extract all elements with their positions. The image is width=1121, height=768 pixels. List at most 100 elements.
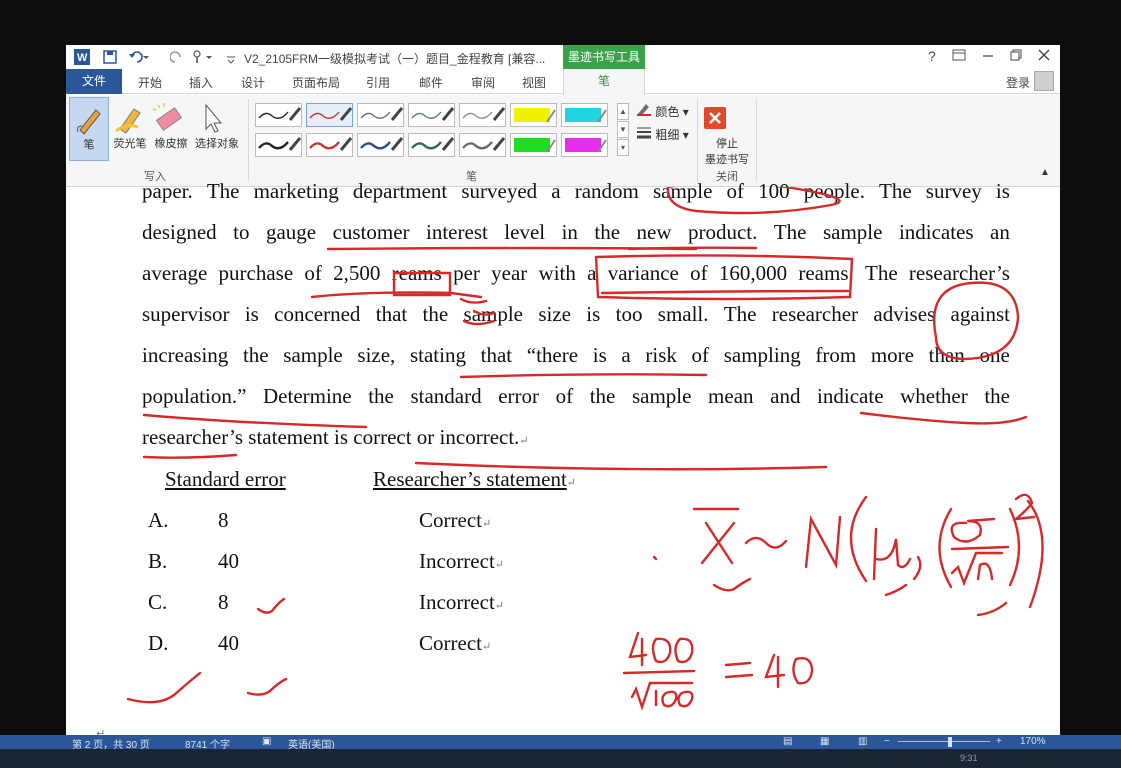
- pen-swatch[interactable]: [510, 103, 557, 127]
- ribbon: 笔 荧光笔 橡皮擦 选择对象 写入 ▲ ▼ ▾ 颜色 ▾ 粗细 ▾ 笔 停止 墨…: [66, 95, 1060, 187]
- customize-qat-icon[interactable]: [226, 49, 236, 65]
- ink-underline: [627, 246, 758, 251]
- pen-label: 笔: [83, 139, 95, 151]
- tab-view[interactable]: 视图: [522, 74, 546, 91]
- ink-circle-100-people: [666, 187, 841, 215]
- avatar[interactable]: [1034, 71, 1054, 91]
- tab-review[interactable]: 审阅: [471, 74, 495, 91]
- document-canvas[interactable]: paper. The marketing department surveyed a ran…: [66, 179, 1060, 735]
- tab-insert[interactable]: 插入: [189, 74, 213, 91]
- zoom-level[interactable]: 170%: [1020, 736, 1046, 747]
- tab-page-layout[interactable]: 页面布局: [292, 74, 340, 91]
- pen-swatch[interactable]: [306, 133, 353, 157]
- pen-weight-label: 粗细: [655, 128, 680, 142]
- save-icon[interactable]: [102, 49, 118, 65]
- select-objects-label: 选择对象: [195, 138, 239, 150]
- screen: W V2_2105FRM一级模拟考试（一）题目_金程教育 [兼容... 墨迹书写…: [0, 0, 1121, 768]
- print-layout-icon[interactable]: ▦: [820, 736, 829, 747]
- ink-check-xbar: [712, 577, 752, 592]
- highlighter-label: 荧光笔: [113, 138, 147, 150]
- ink-underline-sample-size: [459, 373, 708, 379]
- group-separator: [697, 99, 698, 181]
- zoom-slider-thumb[interactable]: [948, 737, 952, 747]
- pen-color-label: 颜色: [655, 105, 680, 119]
- select-objects-button[interactable]: 选择对象: [192, 97, 242, 161]
- pen-swatch[interactable]: [255, 103, 302, 127]
- ink-check-b: [256, 597, 286, 614]
- ink-check-d-se: [246, 677, 288, 696]
- ink-fraction-bar: [950, 545, 1010, 551]
- sign-in-link[interactable]: 登录: [1006, 74, 1030, 91]
- pen-weight-button[interactable]: 粗细 ▾: [636, 125, 689, 143]
- ink-dot: [652, 555, 658, 561]
- undo-icon[interactable]: [128, 49, 150, 65]
- pen-swatch[interactable]: [408, 103, 455, 127]
- pen-swatch[interactable]: [459, 133, 506, 157]
- restore-icon[interactable]: [1010, 48, 1022, 65]
- pen-swatch[interactable]: [561, 103, 608, 127]
- ribbon-display-options-icon[interactable]: [952, 48, 966, 65]
- ink-mu: [872, 527, 912, 581]
- pen-swatch[interactable]: [459, 103, 506, 127]
- pen-swatch[interactable]: [561, 133, 608, 157]
- eraser-button[interactable]: 橡皮擦: [150, 97, 192, 161]
- ink-underline-increasing: [142, 413, 368, 429]
- collapse-ribbon-icon[interactable]: ▲: [1040, 167, 1050, 178]
- ribbon-tabs: 文件 开始 插入 设计 页面布局 引用 邮件 审阅 视图 笔 登录: [66, 69, 1060, 95]
- tab-references[interactable]: 引用: [366, 74, 390, 91]
- read-mode-icon[interactable]: ▤: [783, 736, 792, 747]
- pen-swatch[interactable]: [255, 133, 302, 157]
- gallery-more-icon[interactable]: ▾: [617, 139, 629, 156]
- stop-inking-button[interactable]: 停止 墨迹书写: [700, 97, 754, 166]
- ink-check-sqrt: [976, 601, 1008, 617]
- status-bar: 第 2 页，共 30 页 8741 个字 ▣ 英语(美国) ▤ ▦ ▥ − + …: [0, 735, 1121, 751]
- ink-tools-context-title: 墨迹书写工具: [563, 45, 645, 69]
- web-layout-icon[interactable]: ▥: [858, 736, 867, 747]
- ink-sqrt-100: [630, 681, 694, 711]
- ink-comma: [912, 555, 922, 581]
- zoom-out-icon[interactable]: −: [884, 736, 890, 747]
- stop-inking-label-1: 停止: [716, 138, 738, 150]
- ink-equals: [724, 661, 754, 679]
- gallery-scroll-down-icon[interactable]: ▼: [617, 121, 629, 138]
- pen-tool-button[interactable]: 笔: [69, 97, 109, 161]
- proofing-icon[interactable]: ▣: [262, 736, 271, 747]
- ink-tilde: [744, 536, 788, 549]
- ink-paren-inner-open: [938, 507, 953, 589]
- gallery-scroll-up-icon[interactable]: ▲: [617, 103, 629, 120]
- pen-color-button[interactable]: 颜色 ▾: [636, 102, 689, 120]
- taskbar: 9:31: [0, 749, 1121, 768]
- minimize-icon[interactable]: [982, 48, 994, 65]
- eraser-label: 橡皮擦: [154, 138, 188, 150]
- word-logo-icon: W: [74, 49, 90, 65]
- ink-sigma: [950, 517, 996, 543]
- tab-pen[interactable]: 笔: [563, 69, 645, 95]
- redo-icon[interactable]: [169, 49, 184, 65]
- ink-n: [804, 515, 842, 570]
- word-window: W V2_2105FRM一级模拟考试（一）题目_金程教育 [兼容... 墨迹书写…: [66, 45, 1060, 735]
- pen-swatch[interactable]: [408, 133, 455, 157]
- pen-swatch[interactable]: [357, 103, 404, 127]
- ink-check-d-letter: [126, 671, 202, 704]
- group-separator: [756, 99, 757, 181]
- tab-home[interactable]: 开始: [138, 74, 162, 91]
- touch-mode-icon[interactable]: [190, 49, 214, 65]
- tab-design[interactable]: 设计: [241, 74, 265, 91]
- zoom-slider[interactable]: [898, 741, 990, 742]
- ink-sqrt-n: [950, 551, 1004, 587]
- help-button[interactable]: ?: [928, 48, 936, 64]
- highlighter-button[interactable]: 荧光笔: [110, 97, 150, 161]
- cursor-arrow-icon: [205, 103, 223, 133]
- pen-swatch[interactable]: [510, 133, 557, 157]
- pen-color-icon: [637, 104, 651, 116]
- ink-underline-more-than-one: [859, 411, 1028, 425]
- pen-swatch[interactable]: [306, 103, 353, 127]
- zoom-in-icon[interactable]: +: [996, 736, 1002, 747]
- ink-annotations: [126, 187, 1044, 711]
- tab-file[interactable]: 文件: [66, 69, 122, 94]
- close-icon[interactable]: [1038, 48, 1050, 65]
- ink-40: [764, 653, 814, 689]
- pen-swatch[interactable]: [357, 133, 404, 157]
- ink-underline-variance: [600, 289, 850, 295]
- tab-mailings[interactable]: 邮件: [419, 74, 443, 91]
